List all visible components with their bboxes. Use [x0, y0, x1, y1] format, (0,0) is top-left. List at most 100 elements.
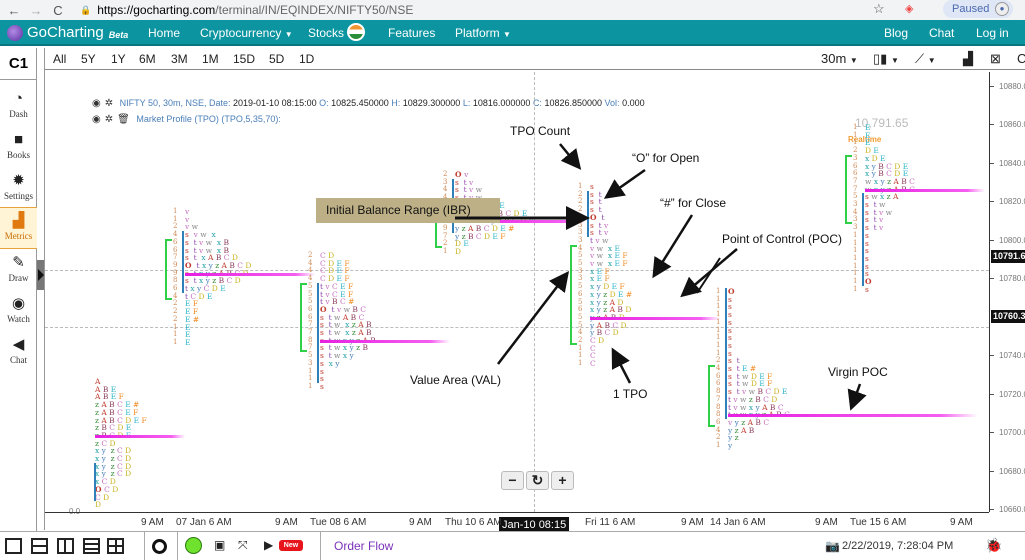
tpo-letter: D [112, 484, 121, 494]
sidebar-item-settings[interactable]: ✹ Settings [0, 168, 37, 208]
sidebar-item-label: Metrics [4, 231, 33, 241]
brand-logo[interactable]: GoCharting Beta [7, 24, 128, 41]
forward-icon[interactable]: → [28, 3, 44, 18]
tpo-letter: # [192, 314, 202, 324]
layout-grid-icon[interactable] [107, 538, 124, 554]
drawing-tool-select[interactable]: ⟋ ▼ [915, 51, 936, 67]
zoom-out-button[interactable]: − [501, 471, 524, 490]
sidebar-item-books[interactable]: ■ Books [0, 127, 37, 167]
interval-select[interactable]: 30m ▼ [821, 51, 858, 66]
nav-blog[interactable]: Blog [884, 26, 908, 40]
x-axis[interactable]: Jan-10 08:15 9 AM 07 Jan 6 AM 9 AM Tue 08 6… [45, 512, 989, 533]
sidebar-item-label: Watch [7, 314, 30, 324]
range-6m[interactable]: 6M [139, 52, 156, 66]
y-tick: 10740.0 [990, 351, 1025, 361]
range-5d[interactable]: 5D [269, 52, 284, 66]
zoom-in-button[interactable]: + [551, 471, 574, 490]
value-area-line [862, 193, 864, 286]
tpo-letter: D [612, 328, 622, 338]
play-icon[interactable]: ▶ [264, 538, 273, 552]
bookmark-star-icon[interactable]: ☆ [873, 1, 885, 17]
export-excel-button[interactable]: ⊠ [990, 51, 1001, 67]
fullscreen-icon[interactable]: ⤧ [238, 538, 248, 553]
reload-icon[interactable]: C [50, 3, 66, 18]
india-flag-icon [347, 23, 366, 42]
address-bar[interactable]: 🔒 https://gocharting.com/terminal/IN/EQI… [80, 1, 870, 19]
caret-down-icon: ▼ [890, 56, 899, 65]
nav-stocks[interactable]: Stocks [308, 23, 366, 42]
caret-down-icon: ▼ [927, 56, 936, 65]
layout-single-icon[interactable] [5, 538, 22, 554]
tpo-row: s [728, 311, 792, 319]
tpo-row: E [185, 323, 254, 332]
tpo-row: D E [455, 240, 536, 248]
camera-icon[interactable]: 📷 [825, 539, 840, 553]
tpo-letter: C [116, 469, 126, 479]
eye-icon: ◉ [11, 296, 26, 312]
nav-platform[interactable]: Platform ▼ [455, 26, 511, 40]
nav-home[interactable]: Home [148, 26, 180, 40]
connection-status-icon[interactable] [185, 537, 202, 554]
extension-icon[interactable]: ◈ [905, 2, 913, 15]
nav-cryptocurrency[interactable]: Cryptocurrency ▼ [200, 26, 293, 40]
x-tick: 9 AM [950, 517, 973, 528]
tpo-row: E [185, 339, 254, 347]
tpo-row: s x y [320, 359, 378, 368]
indicators-button[interactable]: ▟ [963, 51, 973, 67]
x-tick: Tue 15 6 AM [850, 517, 907, 528]
range-all[interactable]: All [53, 52, 66, 66]
x-tick: Fri 11 6 AM [585, 517, 636, 528]
value-area-line [587, 190, 589, 237]
nav-features[interactable]: Features [388, 26, 435, 40]
range-1m[interactable]: 1M [202, 52, 219, 66]
layout-2-cols-icon[interactable] [57, 538, 74, 554]
more-button[interactable]: C [1017, 51, 1025, 66]
y-axis[interactable]: 10880.0 10860.0 10840.0 10820.0 10800.0 10780… [989, 72, 1025, 514]
tpo-profile: v v v w s v w x s t v w x B s t v w x B … [185, 208, 254, 347]
y-tick: 10880.0 [990, 82, 1025, 92]
save-icon[interactable]: ▣ [214, 538, 225, 552]
sidebar-item-metrics[interactable]: ▟ Metrics [0, 207, 37, 249]
layout-3-rows-icon[interactable] [83, 538, 100, 554]
tpo-letter: E [220, 284, 229, 294]
tpo-letter: s [865, 284, 872, 294]
tpo-letter: C [475, 231, 484, 241]
sidebar-item-watch[interactable]: ◉ Watch [0, 291, 37, 331]
record-ring-icon[interactable] [152, 539, 167, 554]
chart-type-select[interactable]: ▯▮ ▼ [873, 51, 899, 67]
bottom-bar: ▣ ⤧ ▶ New Order Flow 📷 2/22/2019, 7:28:0… [0, 531, 1025, 560]
chart-id[interactable]: C1 [0, 48, 37, 80]
tpo-row: s [865, 247, 917, 255]
divider [177, 532, 178, 560]
poc-line [865, 188, 985, 192]
back-icon[interactable]: ← [6, 3, 22, 18]
sidebar-item-dash[interactable]: ◔ Dash [0, 86, 37, 126]
plot-area[interactable]: 0.0 10,791.65 Realtime A A B E A B E F z… [45, 72, 989, 516]
tpo-row: D [95, 501, 149, 509]
tpo-profile: s s t s t s t O t s t v s t v t v w v w … [590, 183, 635, 368]
top-nav: GoCharting Beta Home Cryptocurrency ▼ St… [0, 20, 1025, 46]
x-tick: 9 AM [275, 517, 298, 528]
order-flow-link[interactable]: Order Flow [334, 539, 393, 553]
sidebar-item-label: Books [6, 150, 30, 160]
range-1y[interactable]: 1Y [111, 52, 126, 66]
tpo-row: s [865, 255, 917, 263]
profile-button[interactable]: Paused ● [943, 0, 1013, 18]
bar-chart-icon: ▟ [963, 51, 973, 66]
tpo-row: O [728, 288, 792, 296]
bug-icon[interactable]: 🐞 [985, 537, 1002, 554]
zoom-reset-button[interactable]: ↻ [526, 471, 549, 490]
tpo-letter: D [234, 276, 244, 286]
range-3m[interactable]: 3M [171, 52, 188, 66]
initial-balance-bracket [300, 282, 307, 353]
sidebar-item-draw[interactable]: ✎ Draw [0, 250, 37, 290]
annotation-ibr: Initial Balance Range (IBR) [316, 198, 500, 223]
nav-login[interactable]: Log in [976, 26, 1009, 40]
tpo-letter: v [879, 223, 886, 233]
layout-2-rows-icon[interactable] [31, 538, 48, 554]
range-1d[interactable]: 1D [299, 52, 314, 66]
sidebar-item-chat[interactable]: ◀ Chat [0, 332, 37, 372]
range-15d[interactable]: 15D [233, 52, 255, 66]
range-5y[interactable]: 5Y [81, 52, 96, 66]
nav-chat[interactable]: Chat [929, 26, 954, 40]
